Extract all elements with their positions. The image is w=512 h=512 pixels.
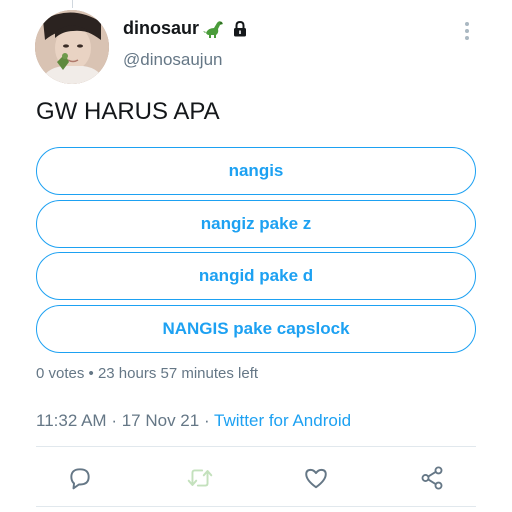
poll: nangis nangiz pake z nangid pake d NANGI… [36, 147, 476, 357]
separator: · [203, 411, 210, 430]
user-handle[interactable]: @dinosaujun [123, 50, 223, 70]
separator: · [111, 411, 117, 430]
tweet-date[interactable]: 17 Nov 21 [122, 411, 200, 430]
poll-option-4[interactable]: NANGIS pake capslock [36, 304, 476, 353]
tweet-text: GW HARUS APA [36, 98, 220, 125]
poll-option-2[interactable]: nangiz pake z [36, 199, 476, 248]
thread-line [72, 0, 73, 8]
reply-icon[interactable] [64, 462, 96, 494]
like-icon[interactable] [300, 462, 332, 494]
more-options-icon[interactable] [462, 22, 472, 44]
poll-meta: 0 votes • 23 hours 57 minutes left [36, 365, 259, 382]
tweet-source-link[interactable]: Twitter for Android [214, 411, 351, 430]
poll-option-3[interactable]: nangid pake d [36, 252, 476, 300]
retweet-icon[interactable] [184, 462, 216, 494]
poll-option-1[interactable]: nangis [36, 147, 476, 195]
divider [36, 506, 476, 507]
share-icon[interactable] [416, 462, 448, 494]
action-bar [36, 458, 476, 498]
display-name[interactable]: dinosaur [123, 18, 199, 39]
timestamp-row: 11:32 AM · 17 Nov 21 · Twitter for Andro… [36, 411, 351, 431]
dinosaur-icon [203, 19, 225, 39]
divider [36, 446, 476, 447]
avatar[interactable] [35, 10, 109, 84]
lock-icon [233, 20, 247, 37]
tweet-time[interactable]: 11:32 AM [36, 411, 107, 430]
